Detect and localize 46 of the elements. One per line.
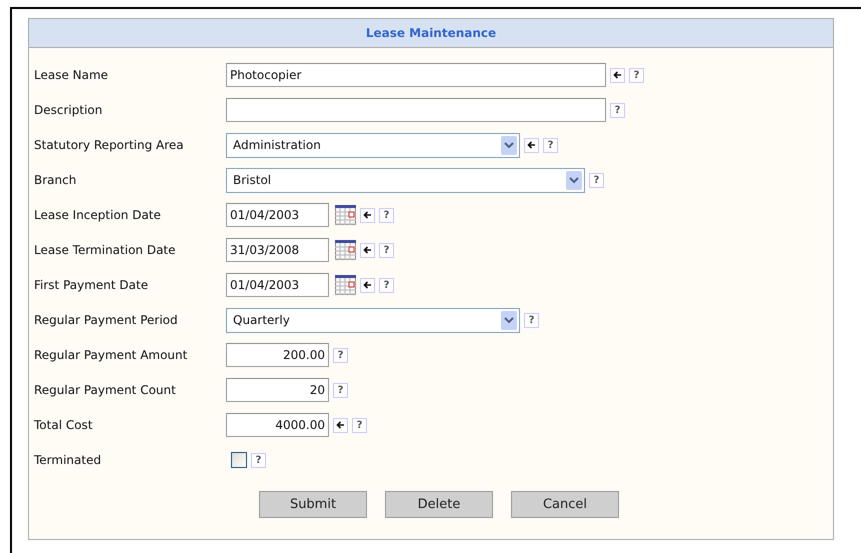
date-field[interactable]: 31/03/2008 (226, 238, 329, 262)
help-button[interactable]: ? (251, 452, 266, 468)
help-button[interactable]: ? (379, 242, 394, 258)
help-button[interactable]: ? (524, 312, 539, 328)
field-label: Description (34, 103, 104, 117)
dropdown[interactable]: Bristol (226, 168, 585, 192)
text-field[interactable]: Photocopier (226, 63, 606, 87)
dropdown[interactable]: Quarterly (226, 308, 520, 332)
text-field[interactable] (226, 98, 606, 122)
help-button[interactable]: ? (629, 68, 644, 82)
date-field[interactable]: 01/04/2003 (226, 203, 329, 227)
help-button[interactable]: ? (610, 102, 625, 118)
field-label: Regular Payment Count (34, 383, 177, 397)
help-button[interactable]: ? (379, 278, 394, 292)
field-label: First Payment Date (34, 278, 150, 292)
help-button[interactable]: ? (333, 348, 348, 362)
form-button[interactable]: Submit (259, 491, 367, 518)
number-field[interactable]: 4000.00 (226, 413, 329, 437)
chevron-down-icon (504, 141, 514, 149)
number-field[interactable]: 20 (226, 378, 329, 402)
field-label: Branch (34, 173, 78, 187)
calendar-icon[interactable] (335, 240, 356, 260)
form-button[interactable]: Cancel (511, 491, 619, 518)
number-field[interactable]: 200.00 (226, 343, 329, 367)
date-field[interactable]: 01/04/2003 (226, 273, 329, 297)
help-button[interactable]: ? (352, 418, 367, 432)
chevron-down-icon (504, 316, 514, 324)
field-label: Terminated (34, 453, 102, 467)
field-label: Regular Payment Amount (34, 348, 188, 362)
form-button[interactable]: Delete (385, 491, 493, 518)
calendar-icon[interactable] (335, 275, 356, 295)
calendar-icon[interactable] (335, 205, 356, 225)
field-label: Lease Termination Date (34, 243, 177, 257)
help-button[interactable]: ? (589, 172, 604, 188)
help-button[interactable]: ? (379, 208, 394, 222)
help-button[interactable]: ? (543, 138, 558, 152)
field-label: Lease Inception Date (34, 208, 162, 222)
help-button[interactable]: ? (333, 382, 348, 398)
form-title: Lease Maintenance (29, 19, 833, 48)
checkbox[interactable] (231, 452, 247, 468)
field-label: Regular Payment Period (34, 313, 179, 327)
field-label: Lease Name (34, 68, 110, 82)
dropdown[interactable]: Administration (226, 132, 520, 158)
field-label: Total Cost (34, 418, 94, 432)
field-label: Statutory Reporting Area (34, 138, 185, 152)
chevron-down-icon (569, 176, 579, 184)
